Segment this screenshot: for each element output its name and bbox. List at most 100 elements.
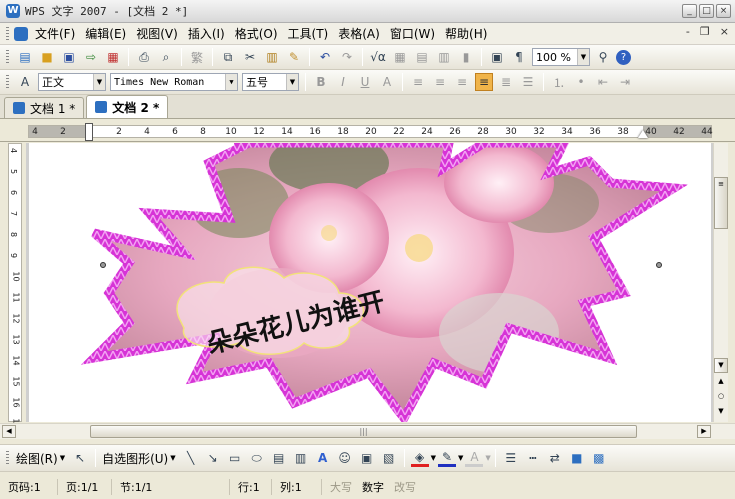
toolbar-grip[interactable] — [6, 50, 9, 64]
document-canvas[interactable]: 朵朵花儿为谁开 — [26, 143, 713, 422]
arrow-tool-icon[interactable]: ↘ — [204, 449, 222, 467]
chart-icon[interactable]: ▮ — [457, 48, 475, 66]
styles-pane-icon[interactable]: A — [16, 73, 34, 91]
columns-icon[interactable]: ▥ — [435, 48, 453, 66]
minimize-button[interactable]: _ — [682, 4, 697, 18]
vertical-ruler[interactable]: 4567891011121314151617 — [0, 143, 26, 429]
copy-icon[interactable]: ⧉ — [219, 48, 237, 66]
font-size-select[interactable]: 五号 ▼ — [242, 73, 299, 91]
simplified-traditional-icon[interactable]: 繁 — [188, 48, 206, 66]
undo-icon[interactable]: ↶ — [316, 48, 334, 66]
doc-restore-button[interactable]: ❐ — [700, 25, 710, 38]
horizontal-scroll-thumb[interactable]: ||| — [90, 425, 637, 438]
document-icon[interactable] — [14, 26, 28, 41]
draw-menu-button[interactable]: 绘图(R) — [14, 450, 60, 467]
rectangle-tool-icon[interactable]: ▭ — [226, 449, 244, 467]
menu-view[interactable]: 视图(V) — [131, 24, 183, 44]
line-spacing-icon[interactable]: ☰ — [519, 73, 537, 91]
vertical-scroll-thumb[interactable]: ≡ — [714, 177, 728, 229]
chevron-down-icon[interactable]: ▼ — [93, 74, 105, 90]
table-grid-icon[interactable]: ▤ — [413, 48, 431, 66]
find-icon[interactable]: ⚲ — [594, 48, 612, 66]
scroll-left-icon[interactable]: ◀ — [2, 425, 16, 438]
bold-icon[interactable]: B — [312, 73, 330, 91]
dash-style-icon[interactable]: ┅ — [524, 449, 542, 467]
3d-icon[interactable]: ▩ — [590, 449, 608, 467]
fill-color-icon[interactable]: ◈ — [410, 449, 429, 467]
tab-document-2[interactable]: 文档 2 * — [86, 95, 169, 118]
tab-document-1[interactable]: 文档 1 * — [4, 97, 85, 118]
vertical-textbox-icon[interactable]: ▥ — [292, 449, 310, 467]
ellipse-tool-icon[interactable]: ⬭ — [248, 449, 266, 467]
indent-marker[interactable] — [85, 123, 93, 141]
doc-map-icon[interactable]: ▣ — [488, 48, 506, 66]
menu-window[interactable]: 窗口(W) — [385, 24, 440, 44]
chevron-down-icon[interactable]: ▼ — [458, 454, 463, 462]
arrow-style-icon[interactable]: ⇄ — [546, 449, 564, 467]
chevron-down-icon[interactable]: ▼ — [286, 74, 298, 90]
next-page-icon[interactable]: ▼ — [714, 405, 728, 420]
align-center-icon[interactable]: ≡ — [431, 73, 449, 91]
menu-grip[interactable] — [6, 26, 9, 41]
chevron-down-icon[interactable]: ▼ — [170, 454, 179, 462]
wordart-icon[interactable]: A — [314, 449, 332, 467]
print-preview-icon[interactable]: ⌕ — [157, 48, 175, 66]
menu-tools[interactable]: 工具(T) — [283, 24, 334, 44]
pdf-icon[interactable]: ▦ — [104, 48, 122, 66]
font-select[interactable]: Times New Roman ▼ — [110, 73, 238, 91]
decrease-indent-icon[interactable]: ⇤ — [594, 73, 612, 91]
chevron-down-icon[interactable]: ▼ — [225, 74, 237, 90]
show-marks-icon[interactable]: ¶ — [510, 48, 528, 66]
autoshapes-button[interactable]: 自选图形(U) — [100, 450, 170, 467]
selection-handle[interactable] — [100, 262, 106, 268]
increase-indent-icon[interactable]: ⇥ — [616, 73, 634, 91]
justify-icon[interactable]: ≡ — [475, 73, 493, 91]
print-icon[interactable]: ⎙ — [135, 48, 153, 66]
save-icon[interactable]: ▣ — [60, 48, 78, 66]
style-select[interactable]: 正文 ▼ — [38, 73, 106, 91]
shadow-icon[interactable]: ■ — [568, 449, 586, 467]
open-folder-icon[interactable]: ■ — [38, 48, 56, 66]
menu-file[interactable]: 文件(F) — [30, 24, 80, 44]
font-color-icon[interactable]: A — [465, 449, 484, 467]
font-color-icon[interactable]: A — [378, 73, 396, 91]
scroll-down-icon[interactable]: ▼ — [714, 358, 728, 373]
select-objects-icon[interactable]: ↖ — [71, 449, 89, 467]
horizontal-ruler[interactable]: 4 2 2 4 6 8 10 12 14 16 18 20 22 24 26 28 30 32 34 36 38 40 42… — [0, 120, 735, 142]
format-painter-icon[interactable]: ✎ — [285, 48, 303, 66]
redo-icon[interactable]: ↷ — [338, 48, 356, 66]
doc-minimize-button[interactable]: - — [686, 25, 690, 38]
document-page[interactable]: 朵朵花儿为谁开 — [29, 143, 711, 422]
maximize-button[interactable]: □ — [699, 4, 714, 18]
menu-table[interactable]: 表格(A) — [333, 24, 385, 44]
align-right-icon[interactable]: ≡ — [453, 73, 471, 91]
numbering-icon[interactable]: ⒈ — [550, 73, 568, 91]
line-color-icon[interactable]: ✎ — [438, 449, 457, 467]
chevron-down-icon[interactable]: ▼ — [485, 454, 490, 462]
prev-page-icon[interactable]: ▲ — [714, 375, 728, 390]
italic-icon[interactable]: I — [334, 73, 352, 91]
selection-handle[interactable] — [656, 262, 662, 268]
formula-icon[interactable]: √α — [369, 48, 387, 66]
scroll-right-icon[interactable]: ▶ — [697, 425, 711, 438]
line-style-icon[interactable]: ☰ — [502, 449, 520, 467]
menu-help[interactable]: 帮助(H) — [440, 24, 492, 44]
star-shape[interactable]: 朵朵花儿为谁开 — [29, 143, 711, 422]
insert-table-icon[interactable]: ▦ — [391, 48, 409, 66]
vertical-scrollbar[interactable]: ≡ ▼ ▲ ○ ▼ — [713, 143, 728, 422]
help-icon[interactable]: ? — [616, 49, 631, 65]
export-icon[interactable]: ⇨ — [82, 48, 100, 66]
paste-icon[interactable]: ▥ — [263, 48, 281, 66]
select-browse-object-icon[interactable]: ○ — [714, 390, 728, 405]
zoom-select[interactable]: 100 % ▼ — [532, 48, 590, 66]
align-left-icon[interactable]: ≡ — [409, 73, 427, 91]
chevron-down-icon[interactable]: ▼ — [431, 454, 436, 462]
toolbar-grip[interactable] — [6, 451, 9, 465]
textbox-tool-icon[interactable]: ▤ — [270, 449, 288, 467]
new-doc-icon[interactable]: ▤ — [16, 48, 34, 66]
distributed-align-icon[interactable]: ≣ — [497, 73, 515, 91]
menu-edit[interactable]: 编辑(E) — [80, 24, 131, 44]
chevron-down-icon[interactable]: ▼ — [60, 454, 69, 462]
menu-insert[interactable]: 插入(I) — [183, 24, 230, 44]
horizontal-scrollbar[interactable]: ◀ ||| ▶ — [0, 423, 735, 439]
